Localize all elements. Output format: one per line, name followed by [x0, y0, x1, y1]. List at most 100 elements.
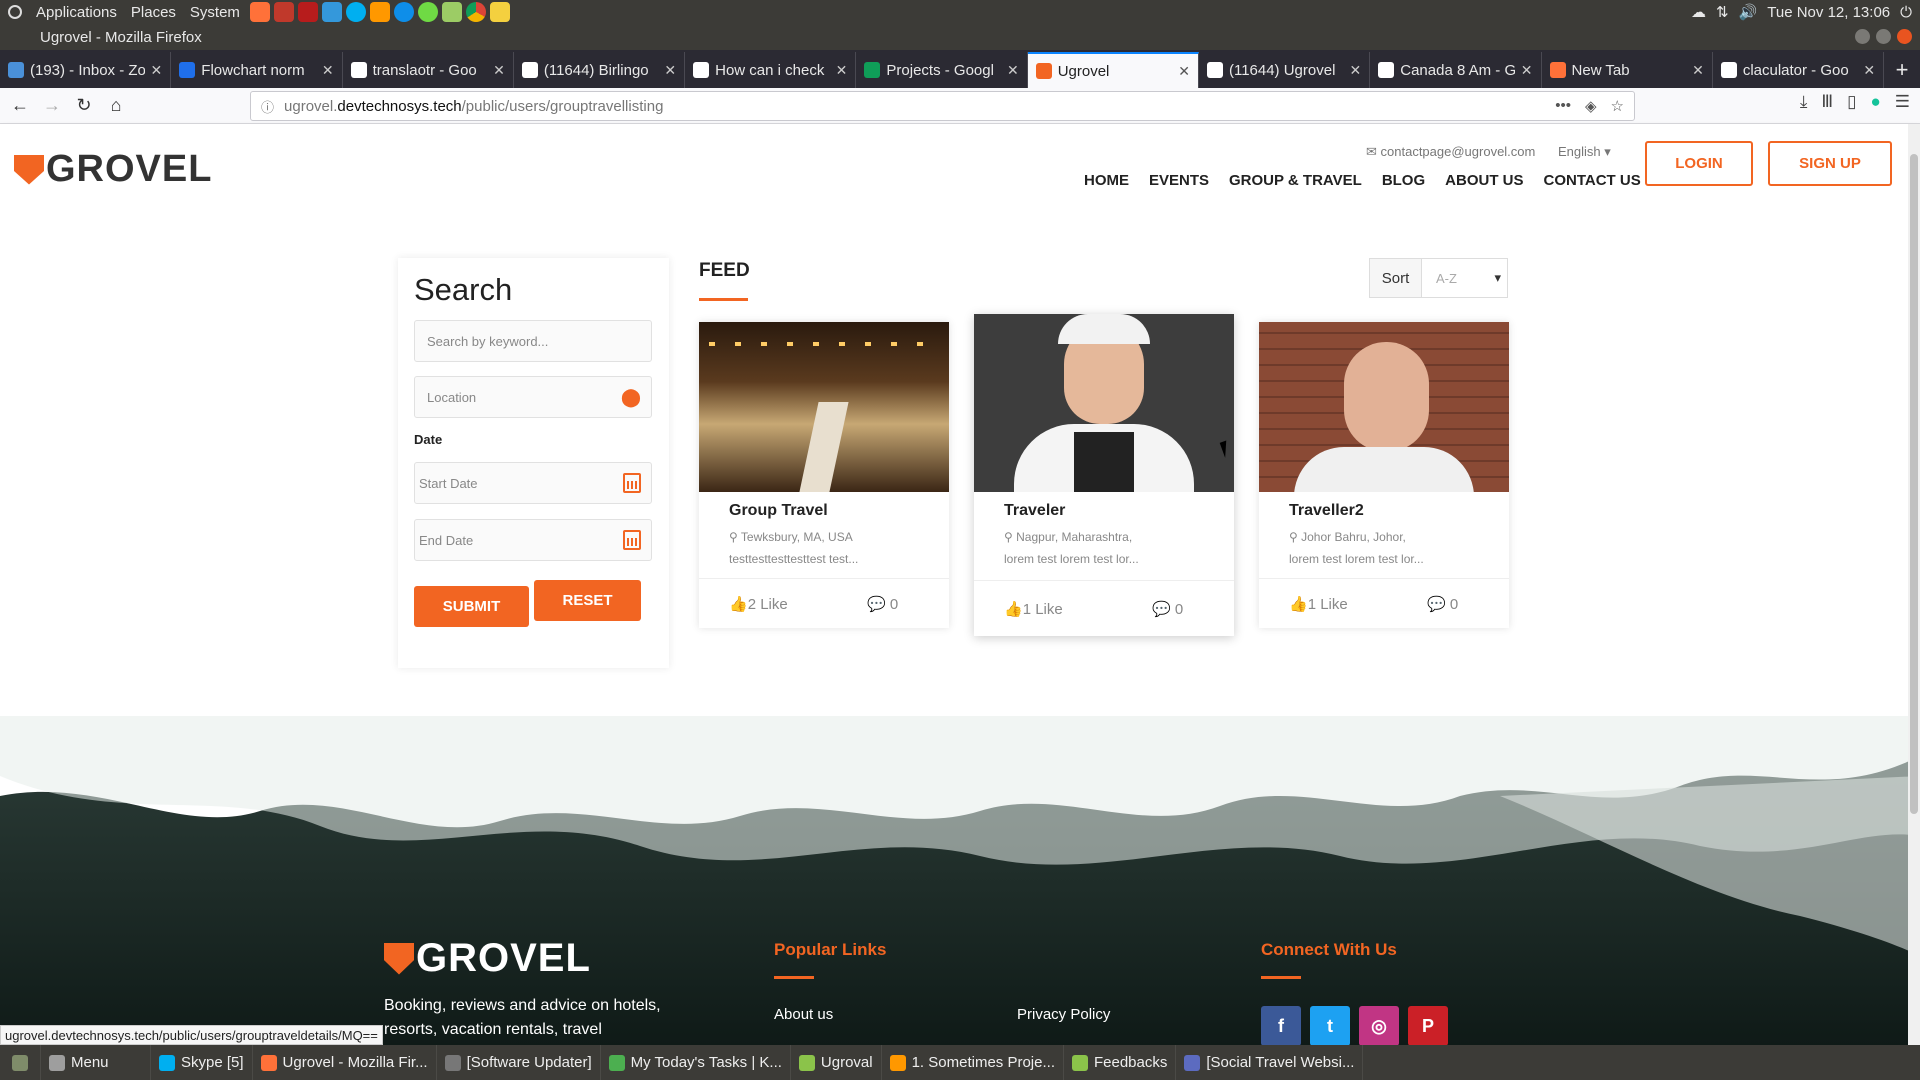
home-button[interactable]: ⌂ [100, 92, 132, 120]
skype-icon[interactable] [345, 2, 366, 22]
text-editor-icon[interactable] [273, 2, 294, 22]
comment-button[interactable]: 💬 0 [867, 595, 898, 613]
taskbar-item[interactable]: [Social Travel Websi... [1176, 1045, 1364, 1080]
browser-tab[interactable]: (11644) Birlingo ✕ [514, 52, 686, 88]
tab-close-icon[interactable]: ✕ [664, 62, 676, 79]
feed-card[interactable]: Traveler ⚲ Nagpur, Maharashtra, lorem te… [974, 314, 1234, 636]
skype-tray-icon[interactable]: ☁ [1691, 3, 1706, 21]
system-menu[interactable]: System [190, 4, 240, 21]
contact-email[interactable]: ✉ contactpage@ugrovel.com [1366, 144, 1535, 160]
twitter-icon[interactable]: t [1310, 1006, 1350, 1046]
nav-home[interactable]: HOME [1084, 172, 1129, 189]
tab-close-icon[interactable]: ✕ [1692, 62, 1704, 79]
taskbar-item[interactable]: Ugrovel - Mozilla Fir... [253, 1045, 437, 1080]
page-scrollbar[interactable] [1908, 124, 1920, 1045]
sort-select[interactable]: Sort A-Z [1369, 258, 1508, 298]
tab-close-icon[interactable]: ✕ [1863, 62, 1875, 79]
card-image-man[interactable] [1259, 322, 1509, 492]
hamburger-menu-icon[interactable]: ☰ [1895, 92, 1910, 112]
pinterest-icon[interactable]: P [1408, 1006, 1448, 1046]
browser-tab[interactable]: How can i check ✕ [685, 52, 857, 88]
sort-value[interactable]: A-Z [1422, 259, 1507, 297]
feed-card[interactable]: Group Travel ⚲ Tewksbury, MA, USA testte… [699, 322, 949, 628]
pocket-icon[interactable]: ◈ [1585, 97, 1597, 115]
teamviewer-icon[interactable] [393, 2, 414, 22]
footer-link-privacy-policy[interactable]: Privacy Policy [1017, 1006, 1110, 1023]
browser-tab[interactable]: Canada 8 Am - G ✕ [1370, 52, 1542, 88]
tab-close-icon[interactable]: ✕ [1007, 62, 1019, 79]
nav-events[interactable]: EVENTS [1149, 172, 1209, 189]
browser-tab[interactable]: translaotr - Goo ✕ [343, 52, 514, 88]
downloads-icon[interactable]: ⤓ [1800, 92, 1808, 112]
applications-menu[interactable]: Applications [36, 4, 117, 21]
nav-group-travel[interactable]: GROUP & TRAVEL [1229, 172, 1362, 189]
taskbar-item[interactable]: 1. Sometimes Proje... [882, 1045, 1064, 1080]
tab-close-icon[interactable]: ✕ [1350, 62, 1362, 79]
browser-tab[interactable]: (11644) Ugrovel ✕ [1199, 52, 1371, 88]
taskbar-item[interactable]: Menu [41, 1045, 151, 1080]
site-info-icon[interactable]: ⓘ [261, 97, 274, 116]
calendar-icon[interactable] [623, 473, 641, 493]
taskbar-item[interactable]: My Today's Tasks | K... [601, 1045, 791, 1080]
bookmark-star-icon[interactable]: ☆ [1611, 97, 1624, 115]
scrollbar-thumb[interactable] [1910, 154, 1918, 814]
end-date-input[interactable]: End Date [414, 519, 652, 561]
volume-icon[interactable]: 🔊 [1739, 3, 1758, 21]
nav-about-us[interactable]: ABOUT US [1445, 172, 1523, 189]
card-title[interactable]: Traveller2 [1289, 502, 1364, 520]
comment-button[interactable]: 💬 0 [1152, 600, 1183, 618]
notes-icon[interactable] [489, 2, 510, 22]
clock[interactable]: Tue Nov 12, 13:06 [1767, 4, 1890, 21]
maximize-button[interactable] [1876, 29, 1891, 44]
calendar-icon[interactable] [623, 530, 641, 550]
card-title[interactable]: Group Travel [729, 502, 828, 520]
start-date-input[interactable]: Start Date [414, 462, 652, 504]
places-menu[interactable]: Places [131, 4, 176, 21]
sublime-icon[interactable] [369, 2, 390, 22]
taskbar-item[interactable]: Ugroval [791, 1045, 882, 1080]
browser-tab[interactable]: Projects - Googl ✕ [856, 52, 1028, 88]
nav-blog[interactable]: BLOG [1382, 172, 1425, 189]
site-logo[interactable]: GROVEL [14, 148, 212, 191]
network-icon[interactable]: ⇅ [1716, 3, 1729, 21]
language-select[interactable]: English ▾ [1558, 144, 1611, 160]
card-image-chef[interactable] [974, 314, 1234, 492]
tab-close-icon[interactable]: ✕ [322, 62, 334, 79]
footer-logo[interactable]: GROVEL [384, 936, 591, 981]
filezilla-icon[interactable] [297, 2, 318, 22]
taskbar-item[interactable]: Skype [5] [151, 1045, 253, 1080]
ubuntu-logo-icon[interactable] [8, 5, 22, 19]
grammarly-icon[interactable]: ● [1870, 92, 1880, 112]
library-icon[interactable]: Ⅲ [1821, 92, 1833, 112]
location-input[interactable]: Location ⬤ [414, 376, 652, 418]
power-icon[interactable]: ⏻ [1900, 4, 1912, 21]
taskbar-item[interactable]: Feedbacks [1064, 1045, 1177, 1080]
files-icon[interactable] [441, 2, 462, 22]
reload-button[interactable]: ↻ [68, 92, 100, 120]
chrome-icon[interactable] [465, 2, 486, 22]
forward-button[interactable]: → [36, 92, 68, 120]
comment-button[interactable]: 💬 0 [1427, 595, 1458, 613]
submit-button[interactable]: SUBMIT [414, 586, 529, 627]
facebook-icon[interactable]: f [1261, 1006, 1301, 1046]
page-actions-icon[interactable]: ••• [1555, 97, 1571, 115]
reset-button[interactable]: RESET [534, 580, 641, 621]
browser-tab[interactable]: (193) - Inbox - Zo ✕ [0, 52, 172, 88]
like-button[interactable]: 👍2 Like [729, 595, 788, 613]
minimize-button[interactable] [1855, 29, 1870, 44]
sidebar-icon[interactable]: ▯ [1847, 92, 1856, 112]
show-desktop-button[interactable] [0, 1045, 41, 1080]
login-button[interactable]: LOGIN [1645, 141, 1753, 186]
browser-tab[interactable]: Flowchart norm ✕ [171, 52, 343, 88]
tab-close-icon[interactable]: ✕ [836, 62, 848, 79]
tab-close-icon[interactable]: ✕ [1178, 63, 1190, 80]
tab-close-icon[interactable]: ✕ [493, 62, 505, 79]
upwork-icon[interactable] [417, 2, 438, 22]
footer-link-about-us[interactable]: About us [774, 1006, 833, 1023]
taskbar-item[interactable]: [Software Updater] [437, 1045, 601, 1080]
card-image-bar[interactable] [699, 322, 949, 492]
like-button[interactable]: 👍1 Like [1289, 595, 1348, 613]
feed-card[interactable]: Traveller2 ⚲ Johor Bahru, Johor, lorem t… [1259, 322, 1509, 628]
new-tab-button[interactable]: + [1884, 52, 1920, 88]
browser-tab[interactable]: New Tab ✕ [1542, 52, 1713, 88]
